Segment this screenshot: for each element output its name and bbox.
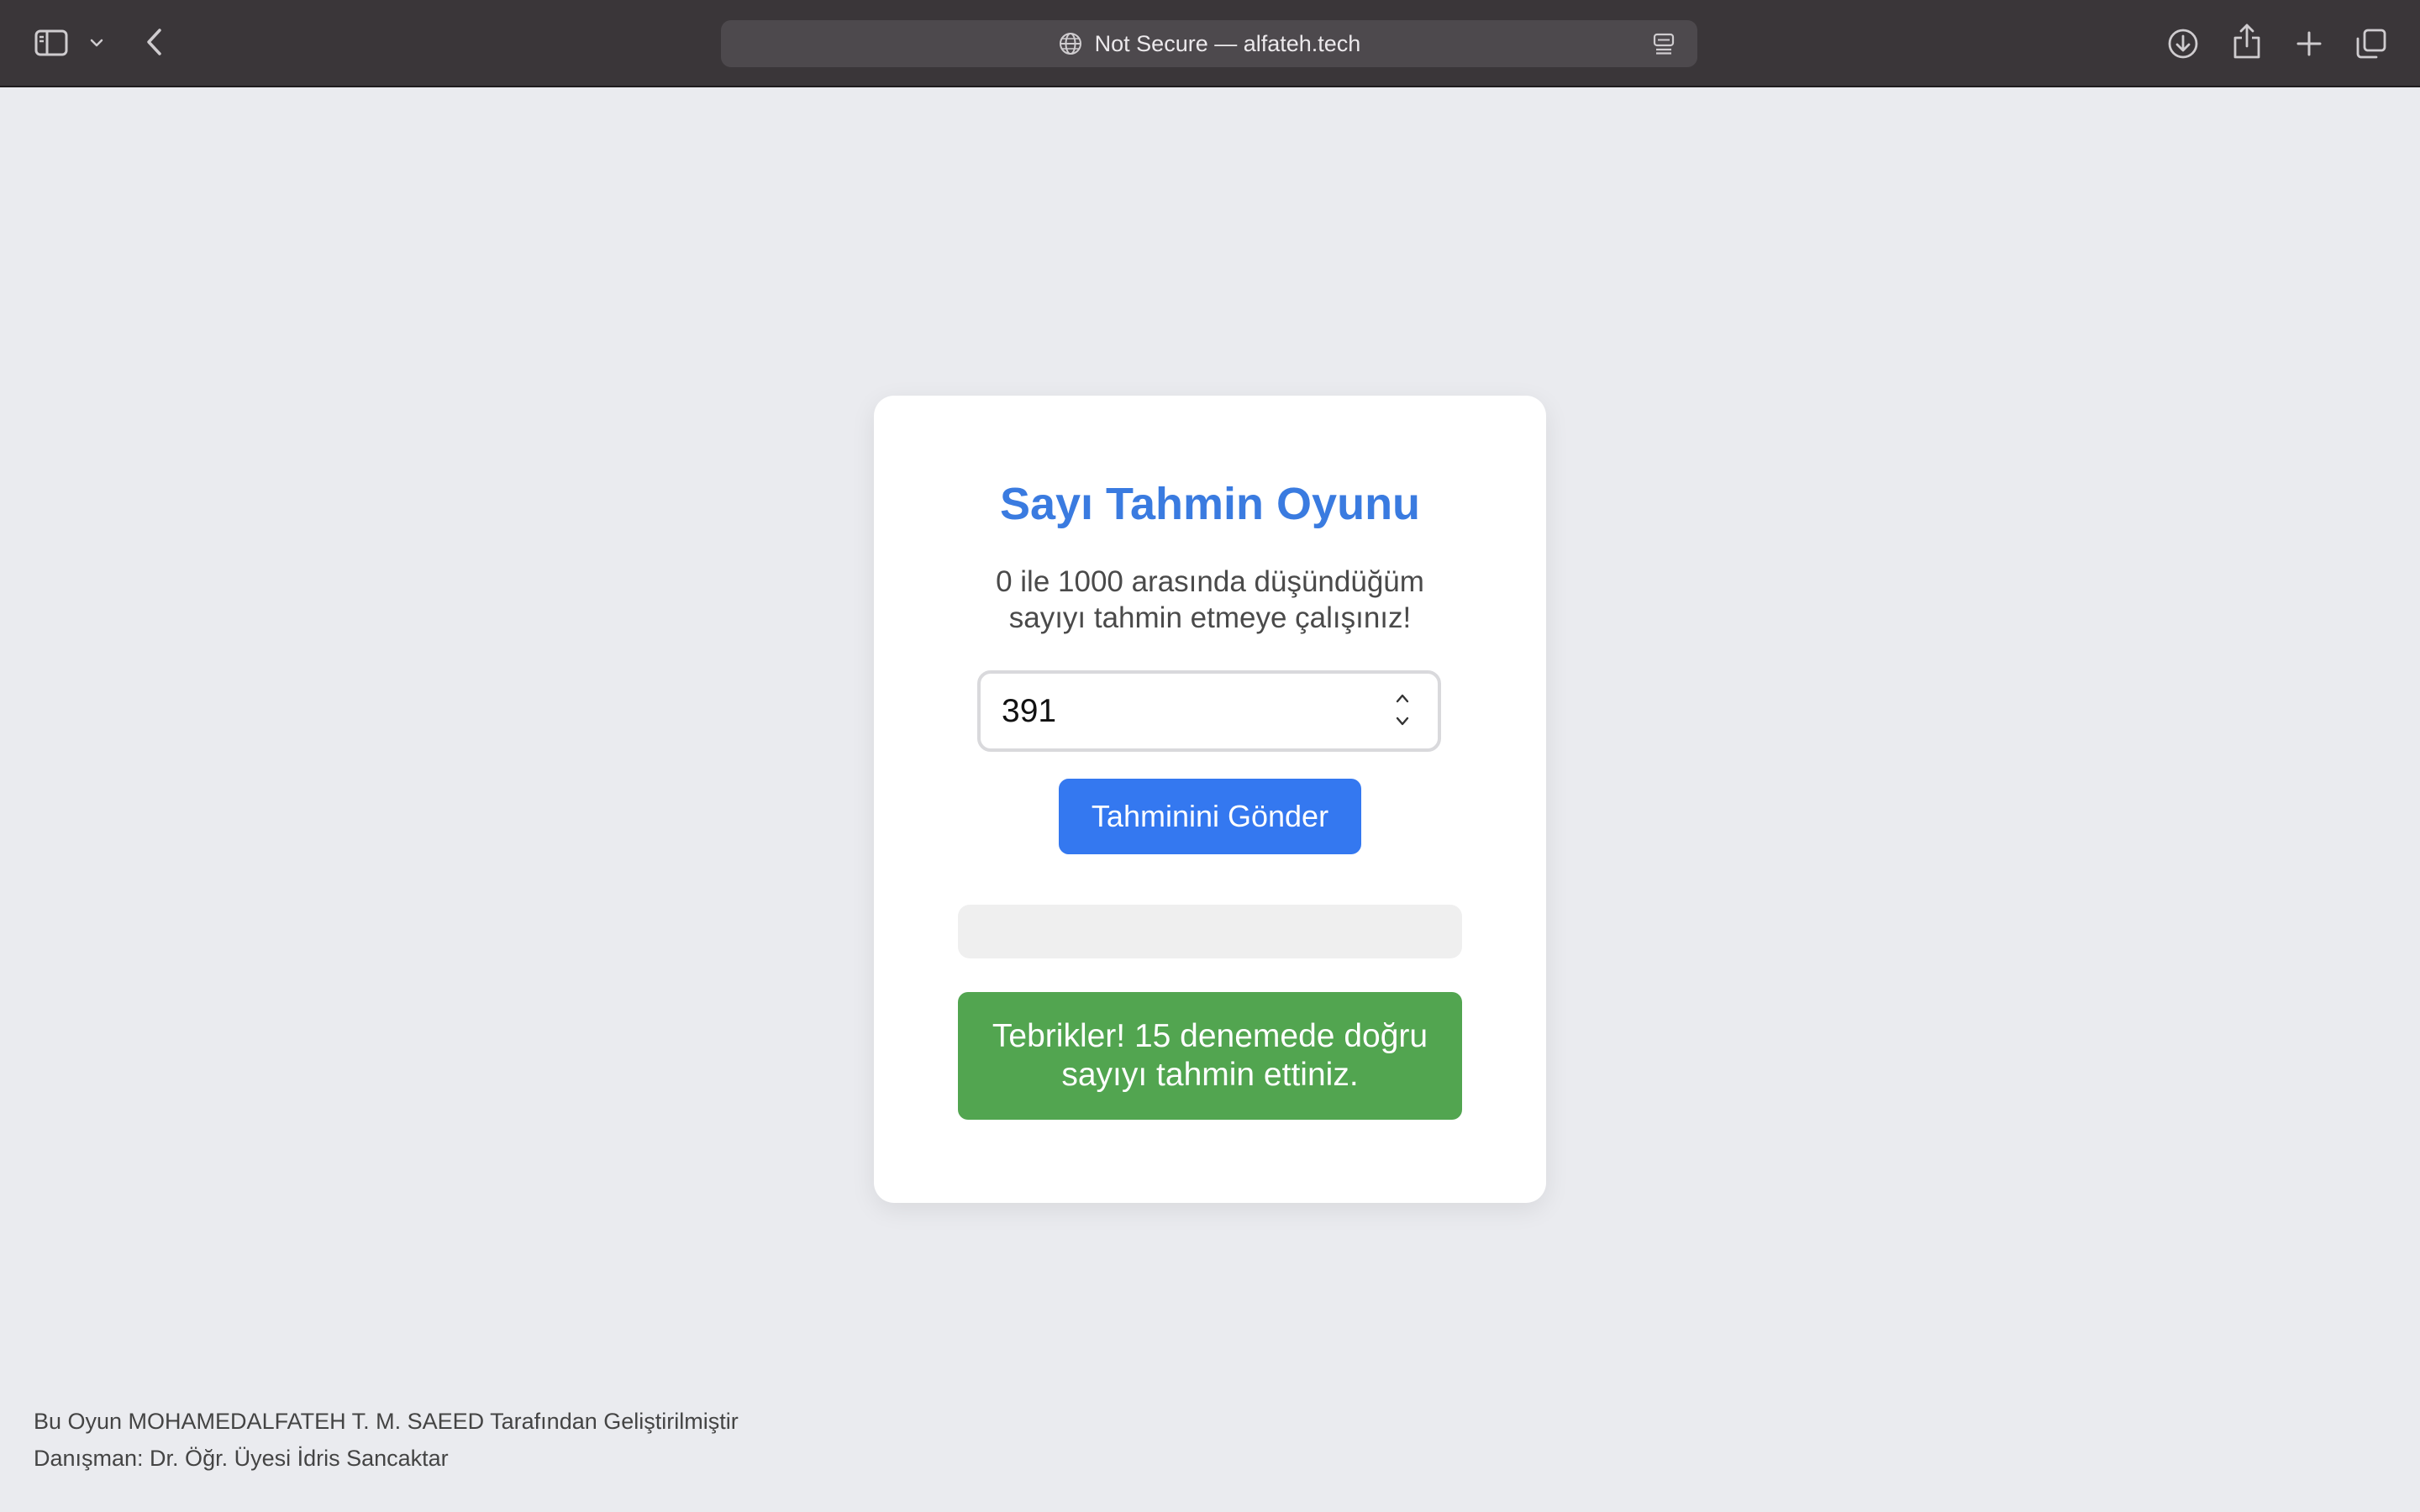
- address-bar[interactable]: Not Secure — alfateh.tech: [721, 20, 1697, 67]
- tabs-overview-icon[interactable]: [2353, 25, 2390, 62]
- game-card: Sayı Tahmin Oyunu 0 ile 1000 arasında dü…: [874, 396, 1546, 1203]
- browser-toolbar: Not Secure — alfateh.tech: [0, 0, 2420, 87]
- page-title: Sayı Tahmin Oyunu: [999, 479, 1421, 529]
- globe-icon: [1058, 31, 1083, 56]
- sidebar-icon[interactable]: [30, 25, 72, 60]
- download-icon[interactable]: [2165, 25, 2202, 62]
- number-stepper[interactable]: [1390, 692, 1415, 731]
- address-text: Not Secure — alfateh.tech: [1094, 30, 1361, 56]
- submit-guess-button[interactable]: Tahminini Gönder: [1059, 779, 1361, 854]
- stepper-up-icon[interactable]: [1395, 692, 1410, 707]
- footer-credit: Bu Oyun MOHAMEDALFATEH T. M. SAEED Taraf…: [34, 1409, 739, 1434]
- chevron-down-icon[interactable]: [86, 30, 108, 55]
- share-icon[interactable]: [2228, 20, 2265, 62]
- footer: Bu Oyun MOHAMEDALFATEH T. M. SAEED Taraf…: [34, 1403, 739, 1477]
- guess-input[interactable]: [977, 670, 1441, 752]
- success-message: Tebrikler! 15 denemede doğru sayıyı tahm…: [958, 992, 1462, 1120]
- game-description: 0 ile 1000 arasında düşündüğüm sayıyı ta…: [996, 565, 1424, 634]
- footer-advisor: Danışman: Dr. Öğr. Üyesi İdris Sancaktar: [34, 1446, 449, 1471]
- chevron-left-icon[interactable]: [139, 24, 170, 60]
- stepper-down-icon[interactable]: [1395, 716, 1410, 731]
- hint-box: [958, 905, 1462, 958]
- plus-icon[interactable]: [2291, 25, 2328, 62]
- reader-icon[interactable]: [1652, 32, 1676, 55]
